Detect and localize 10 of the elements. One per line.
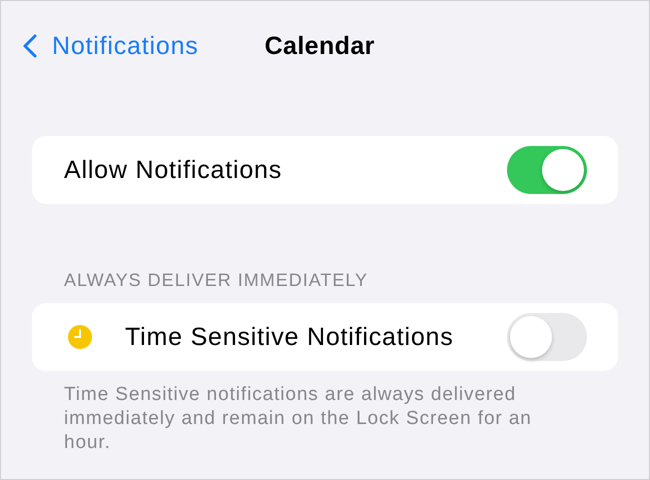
clock-icon — [68, 325, 92, 349]
setting-label: Time Sensitive Notifications — [125, 322, 455, 352]
setting-label: Allow Notifications — [64, 156, 284, 184]
toggle-switch[interactable] — [507, 146, 587, 194]
footer-note: Time Sensitive notifications are always delivered immediately and remain on the Lock Screen for an hour. — [63, 383, 533, 455]
page-title: Calendar — [264, 32, 375, 60]
section-header: ALWAYS DELIVER IMMEDIATELY — [63, 270, 370, 292]
chevron-left-icon — [23, 34, 37, 58]
toggle-switch[interactable] — [507, 313, 587, 361]
back-button[interactable]: Notifications — [23, 32, 199, 60]
